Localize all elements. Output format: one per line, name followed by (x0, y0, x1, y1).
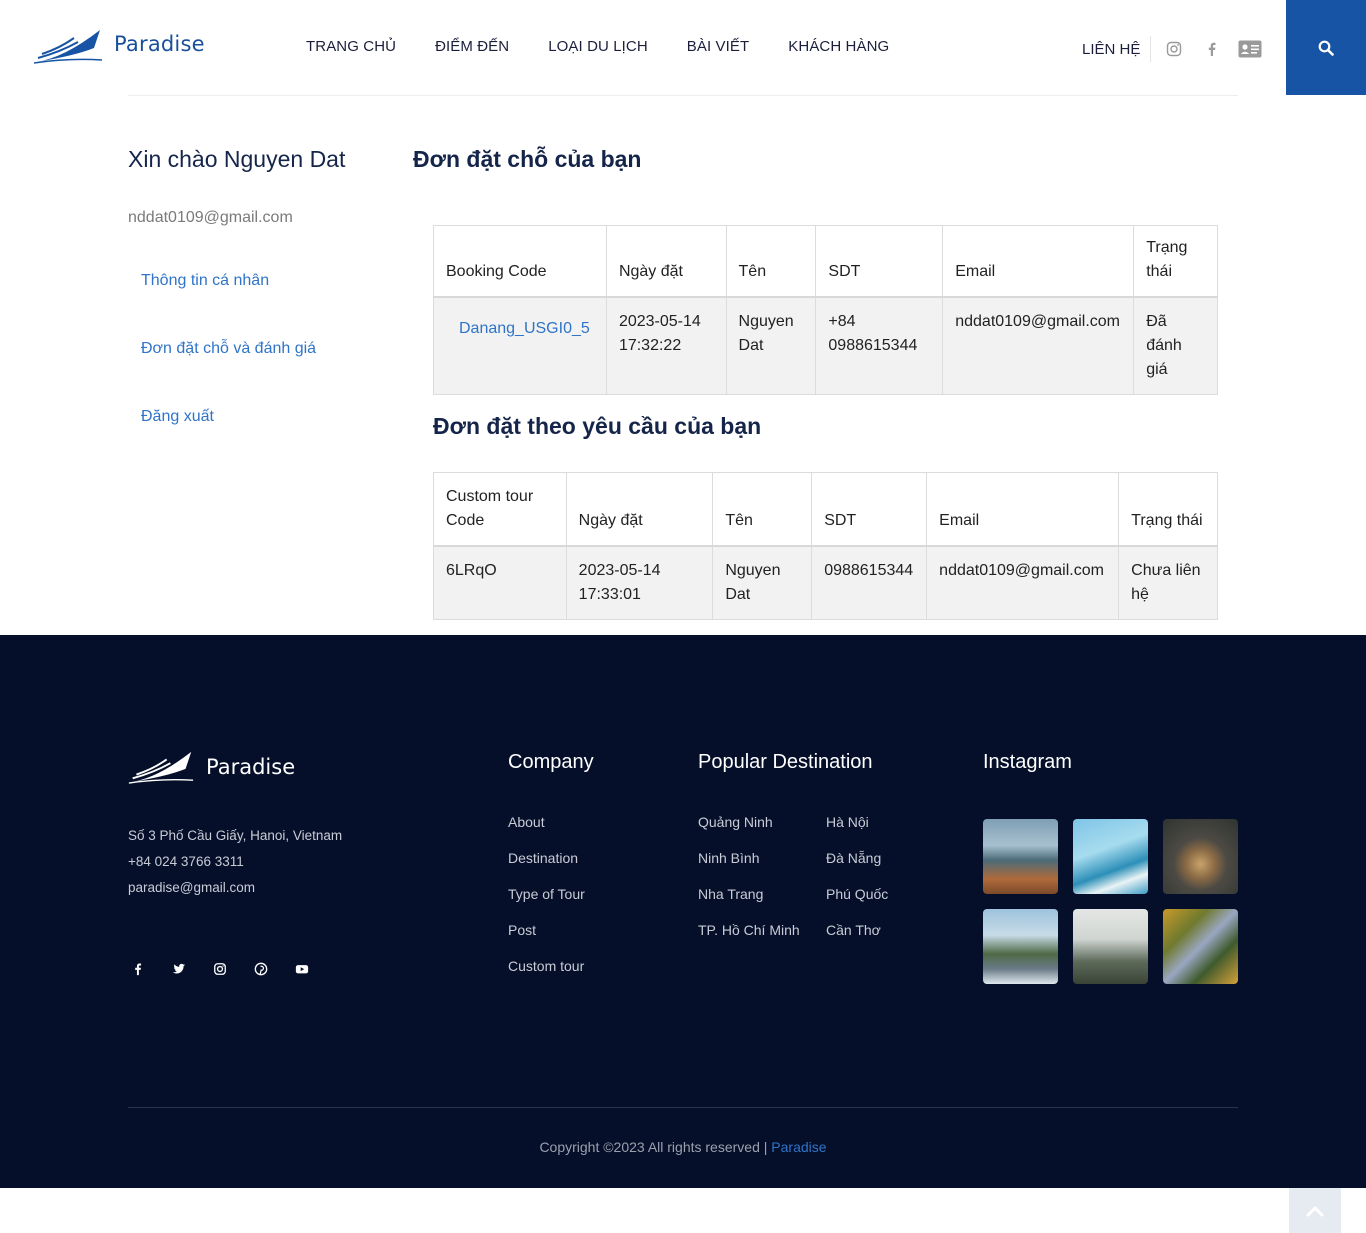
destination-link[interactable]: Hà Nội (826, 814, 869, 830)
instagram-photo[interactable] (983, 819, 1058, 894)
booking-date: 2023-05-14 17:32:22 (605, 296, 727, 395)
destination-link[interactable]: Nha Trang (698, 886, 763, 902)
footer-divider (128, 1107, 1238, 1108)
booking-status: Đã đánh giá (1133, 296, 1218, 395)
table-row: Danang_USGI0_5 2023-05-14 17:32:22 Nguye… (433, 296, 1218, 395)
booking-phone: +84 0988615344 (815, 296, 944, 395)
col-header-email: Email (942, 225, 1135, 298)
copyright: Copyright ©2023 All rights reserved | Pa… (0, 1139, 1366, 1155)
brand-logo[interactable]: Paradise (34, 28, 205, 64)
custom-tour-email: nddat0109@gmail.com (926, 545, 1120, 620)
destination-link[interactable]: Ninh Bình (698, 850, 759, 866)
header-divider (128, 95, 1238, 96)
booking-email: nddat0109@gmail.com (942, 296, 1135, 395)
custom-tour-phone: 0988615344 (811, 545, 928, 620)
header-actions: LIÊN HỆ (1082, 36, 1275, 62)
facebook-icon[interactable] (131, 957, 172, 981)
nav-destinations[interactable]: ĐIỂM ĐẾN (435, 38, 509, 55)
booking-code-cell: Danang_USGI0_5 (433, 296, 607, 395)
col-header-booking-code: Booking Code (433, 225, 607, 298)
nav-tour-types[interactable]: LOẠI DU LỊCH (548, 38, 648, 55)
table-row: 6LRqO 2023-05-14 17:33:01 Nguyen Dat 098… (433, 545, 1218, 620)
table-header-row: Custom tour Code Ngày đặt Tên SDT Email … (433, 472, 1218, 547)
contact-card-icon[interactable] (1237, 38, 1263, 60)
footer-destinations-title: Popular Destination (698, 751, 873, 773)
col-header-status: Trạng thái (1133, 225, 1218, 298)
ship-logo-icon (34, 30, 102, 64)
footer-link-destination[interactable]: Destination (508, 850, 578, 866)
instagram-photo[interactable] (1073, 909, 1148, 984)
footer-email: paradise@gmail.com (128, 880, 256, 895)
site-footer: Paradise Số 3 Phố Cầu Giấy, Hanoi, Vietn… (0, 635, 1366, 1188)
booking-code-link[interactable]: Danang_USGI0_5 (446, 310, 590, 341)
footer-brand-logo[interactable]: Paradise (128, 750, 295, 784)
custom-tour-status: Chưa liên hệ (1118, 545, 1218, 620)
facebook-icon[interactable] (1199, 38, 1225, 60)
col-header-date: Ngày đặt (565, 472, 714, 547)
footer-instagram-title: Instagram (983, 751, 1072, 773)
user-email: nddat0109@gmail.com (128, 209, 293, 226)
destination-link[interactable]: TP. Hồ Chí Minh (698, 922, 800, 938)
instagram-photo[interactable] (983, 909, 1058, 984)
divider (1150, 36, 1152, 62)
col-header-phone: SDT (811, 472, 928, 547)
destination-link[interactable]: Đà Nẵng (826, 850, 881, 866)
destination-link[interactable]: Phú Quốc (826, 886, 888, 902)
custom-tours-table: Custom tour Code Ngày đặt Tên SDT Email … (433, 472, 1218, 620)
nav-customers[interactable]: KHÁCH HÀNG (788, 38, 889, 55)
brand-name: Paradise (114, 32, 205, 56)
youtube-icon[interactable] (295, 957, 336, 981)
instagram-icon[interactable] (1161, 38, 1187, 60)
col-header-name: Tên (712, 472, 813, 547)
sidebar-item-profile[interactable]: Thông tin cá nhân (141, 272, 269, 290)
booking-name: Nguyen Dat (725, 296, 817, 395)
col-header-date: Ngày đặt (605, 225, 727, 298)
table-header-row: Booking Code Ngày đặt Tên SDT Email Trạn… (433, 225, 1218, 298)
copyright-brand-link[interactable]: Paradise (771, 1139, 826, 1155)
footer-link-type-of-tour[interactable]: Type of Tour (508, 886, 585, 902)
bookings-title: Đơn đặt chỗ của bạn (413, 146, 642, 172)
pinterest-icon[interactable] (254, 957, 295, 981)
main-nav: TRANG CHỦ ĐIỂM ĐẾN LOẠI DU LỊCH BÀI VIẾT… (306, 38, 928, 55)
col-header-phone: SDT (815, 225, 944, 298)
footer-link-post[interactable]: Post (508, 922, 536, 938)
footer-company-title: Company (508, 751, 594, 773)
instagram-photo[interactable] (1163, 819, 1238, 894)
instagram-photo[interactable] (1163, 909, 1238, 984)
twitter-icon[interactable] (172, 957, 213, 981)
nav-contact[interactable]: LIÊN HỆ (1082, 41, 1140, 58)
footer-brand-name: Paradise (206, 755, 296, 779)
instagram-icon[interactable] (213, 957, 254, 981)
nav-home[interactable]: TRANG CHỦ (306, 38, 396, 55)
custom-tour-name: Nguyen Dat (712, 545, 813, 620)
bookings-table: Booking Code Ngày đặt Tên SDT Email Trạn… (433, 225, 1218, 395)
footer-link-about[interactable]: About (508, 814, 545, 830)
back-to-top-button[interactable] (1289, 1188, 1341, 1233)
sidebar-item-bookings-reviews[interactable]: Đơn đặt chỗ và đánh giá (141, 340, 316, 358)
col-header-custom-code: Custom tour Code (433, 472, 567, 547)
copyright-text: Copyright ©2023 All rights reserved | (539, 1139, 768, 1155)
col-header-name: Tên (725, 225, 817, 298)
custom-tour-code: 6LRqO (433, 545, 567, 620)
destination-link[interactable]: Quảng Ninh (698, 814, 773, 830)
footer-link-custom-tour[interactable]: Custom tour (508, 958, 584, 974)
custom-tour-date: 2023-05-14 17:33:01 (565, 545, 714, 620)
sidebar-item-logout[interactable]: Đăng xuất (141, 408, 214, 426)
instagram-photo[interactable] (1073, 819, 1148, 894)
destination-link[interactable]: Cần Thơ (826, 922, 881, 938)
nav-posts[interactable]: BÀI VIẾT (687, 38, 750, 55)
search-button[interactable] (1286, 0, 1366, 95)
ship-logo-icon (128, 751, 194, 784)
site-header: Paradise TRANG CHỦ ĐIỂM ĐẾN LOẠI DU LỊCH… (0, 0, 1366, 95)
search-icon (1318, 40, 1334, 56)
custom-tours-title: Đơn đặt theo yêu cầu của bạn (433, 413, 762, 439)
greeting-heading: Xin chào Nguyen Dat (128, 146, 346, 172)
footer-phone: +84 024 3766 3311 (128, 854, 244, 869)
col-header-status: Trạng thái (1118, 472, 1218, 547)
col-header-email: Email (926, 472, 1120, 547)
footer-address: Số 3 Phố Cầu Giấy, Hanoi, Vietnam (128, 828, 343, 843)
footer-social-links (131, 957, 336, 981)
chevron-up-icon (1306, 1206, 1324, 1216)
